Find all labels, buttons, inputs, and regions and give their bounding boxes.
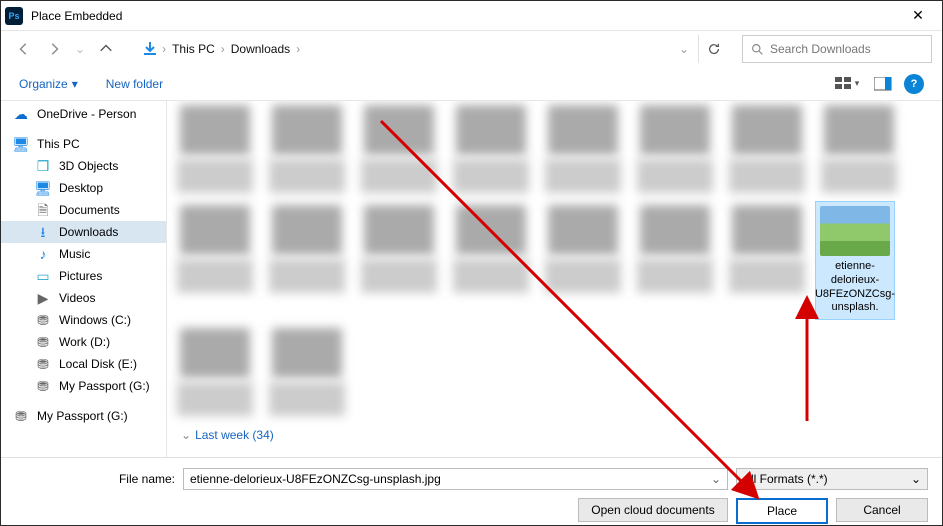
sidebar-item-documents[interactable]: 🗎Documents bbox=[1, 199, 166, 221]
sidebar-item-videos[interactable]: ▶Videos bbox=[1, 287, 166, 309]
help-button[interactable]: ? bbox=[904, 74, 924, 94]
open-cloud-button[interactable]: Open cloud documents bbox=[578, 498, 728, 522]
sidebar-item-passport-2[interactable]: ⛃My Passport (G:) bbox=[1, 405, 166, 427]
file-grid[interactable]: etienne-delorieux-U8FEzONZCsg-unsplash. … bbox=[167, 101, 942, 461]
breadcrumb-expand-icon[interactable]: ⌄ bbox=[679, 42, 689, 56]
main-area: ☁ OneDrive - Person 🖥 This PC ❒3D Object… bbox=[1, 101, 942, 461]
cancel-button[interactable]: Cancel bbox=[836, 498, 928, 522]
file-thumb[interactable] bbox=[267, 328, 347, 416]
sidebar-item-downloads[interactable]: ⭳Downloads bbox=[1, 221, 166, 243]
place-button[interactable]: Place bbox=[736, 498, 828, 524]
sidebar-item-music[interactable]: ♪Music bbox=[1, 243, 166, 265]
file-thumb[interactable] bbox=[451, 205, 531, 316]
drive-icon: ⛃ bbox=[13, 408, 29, 424]
group-header-lastweek[interactable]: ⌄ Last week (34) bbox=[181, 428, 934, 442]
preview-pane-button[interactable] bbox=[868, 73, 898, 95]
refresh-button[interactable] bbox=[698, 35, 728, 63]
search-icon bbox=[751, 43, 764, 56]
sidebar-item-drive-e[interactable]: ⛃Local Disk (E:) bbox=[1, 353, 166, 375]
window-title: Place Embedded bbox=[31, 9, 898, 23]
search-placeholder: Search Downloads bbox=[770, 42, 871, 56]
file-thumb[interactable] bbox=[175, 105, 255, 193]
breadcrumb-current[interactable]: Downloads bbox=[225, 42, 296, 56]
chevron-down-icon: ▾ bbox=[72, 77, 78, 91]
file-type-select[interactable]: All Formats (*.*) ⌄ bbox=[736, 468, 928, 490]
file-thumb[interactable] bbox=[727, 105, 807, 193]
cloud-icon: ☁ bbox=[13, 106, 29, 122]
music-icon: ♪ bbox=[35, 246, 51, 262]
titlebar: Ps Place Embedded ✕ bbox=[1, 1, 942, 31]
desktop-icon: 🖥 bbox=[35, 180, 51, 196]
drive-icon: ⛃ bbox=[35, 356, 51, 372]
back-button[interactable] bbox=[11, 36, 37, 62]
sidebar-item-desktop[interactable]: 🖥Desktop bbox=[1, 177, 166, 199]
footer: File name: etienne-delorieux-U8FEzONZCsg… bbox=[1, 457, 942, 525]
file-thumb[interactable] bbox=[727, 205, 807, 316]
search-input[interactable]: Search Downloads bbox=[742, 35, 932, 63]
sidebar-item-3d-objects[interactable]: ❒3D Objects bbox=[1, 155, 166, 177]
file-thumb[interactable] bbox=[267, 205, 347, 316]
chevron-down-icon[interactable]: ⌄ bbox=[711, 472, 721, 486]
breadcrumb[interactable]: › This PC › Downloads › ⌄ bbox=[127, 35, 690, 63]
drive-icon: ⛃ bbox=[35, 312, 51, 328]
file-thumb[interactable] bbox=[819, 105, 899, 193]
thumbnail-image bbox=[820, 206, 890, 256]
view-mode-button[interactable]: ▾ bbox=[832, 73, 862, 95]
breadcrumb-root[interactable]: This PC bbox=[166, 42, 221, 56]
videos-icon: ▶ bbox=[35, 290, 51, 306]
file-thumb[interactable] bbox=[359, 205, 439, 316]
file-thumb[interactable] bbox=[451, 105, 531, 193]
cube-icon: ❒ bbox=[35, 158, 51, 174]
monitor-icon: 🖥 bbox=[13, 136, 29, 152]
file-thumb[interactable] bbox=[175, 205, 255, 316]
download-icon: ⭳ bbox=[35, 224, 51, 240]
filename-label: File name: bbox=[15, 472, 175, 486]
sidebar-item-thispc[interactable]: 🖥 This PC bbox=[1, 133, 166, 155]
filename-input[interactable]: etienne-delorieux-U8FEzONZCsg-unsplash.j… bbox=[183, 468, 728, 490]
sidebar-item-drive-c[interactable]: ⛃Windows (C:) bbox=[1, 309, 166, 331]
sidebar-item-drive-d[interactable]: ⛃Work (D:) bbox=[1, 331, 166, 353]
documents-icon: 🗎 bbox=[35, 202, 51, 218]
downloads-glyph-icon bbox=[138, 37, 162, 61]
sidebar-item-onedrive[interactable]: ☁ OneDrive - Person bbox=[1, 103, 166, 125]
file-thumb[interactable] bbox=[175, 328, 255, 416]
up-button[interactable] bbox=[93, 36, 119, 62]
file-thumb[interactable] bbox=[359, 105, 439, 193]
new-folder-button[interactable]: New folder bbox=[106, 77, 163, 91]
file-thumb[interactable] bbox=[635, 105, 715, 193]
forward-button[interactable] bbox=[41, 36, 67, 62]
navbar: ⌄ › This PC › Downloads › ⌄ Search Downl… bbox=[1, 31, 942, 67]
chevron-down-icon: ⌄ bbox=[181, 428, 191, 442]
file-label: etienne-delorieux-U8FEzONZCsg-unsplash. bbox=[815, 260, 895, 315]
sidebar-item-pictures[interactable]: ▭Pictures bbox=[1, 265, 166, 287]
chevron-down-icon: ⌄ bbox=[911, 472, 921, 486]
organize-menu[interactable]: Organize ▾ bbox=[19, 77, 78, 91]
file-thumb-selected[interactable]: etienne-delorieux-U8FEzONZCsg-unsplash. bbox=[815, 201, 895, 320]
close-icon[interactable]: ✕ bbox=[898, 7, 938, 24]
chevron-down-icon: ▾ bbox=[855, 78, 860, 89]
file-thumb[interactable] bbox=[543, 205, 623, 316]
sidebar-item-passport-1[interactable]: ⛃My Passport (G:) bbox=[1, 375, 166, 397]
recent-dropdown-icon[interactable]: ⌄ bbox=[71, 42, 89, 56]
pictures-icon: ▭ bbox=[35, 268, 51, 284]
file-thumb[interactable] bbox=[543, 105, 623, 193]
photoshop-app-icon: Ps bbox=[5, 7, 23, 25]
toolbar: Organize ▾ New folder ▾ ? bbox=[1, 67, 942, 101]
sidebar: ☁ OneDrive - Person 🖥 This PC ❒3D Object… bbox=[1, 101, 167, 461]
drive-icon: ⛃ bbox=[35, 334, 51, 350]
file-thumb[interactable] bbox=[635, 205, 715, 316]
drive-icon: ⛃ bbox=[35, 378, 51, 394]
file-thumb[interactable] bbox=[267, 105, 347, 193]
